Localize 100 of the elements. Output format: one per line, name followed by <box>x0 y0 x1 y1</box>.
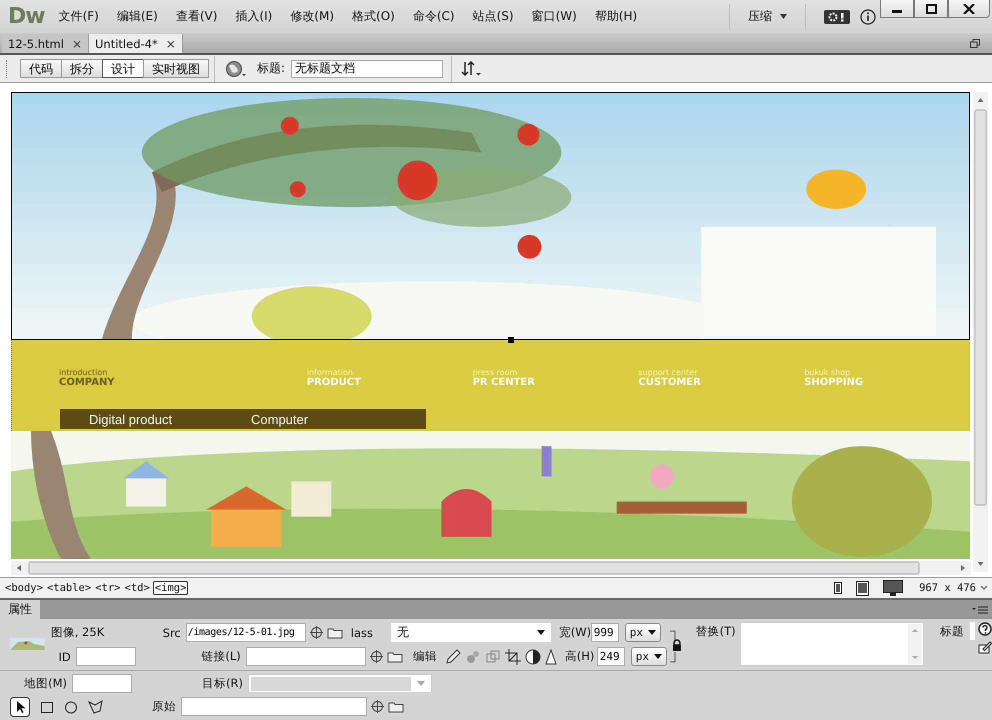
tablet-icon[interactable] <box>856 580 870 596</box>
submenu-link[interactable]: Digital product <box>89 412 211 426</box>
title-field[interactable]: 无标题文档 <box>291 60 444 78</box>
resize-handle[interactable] <box>508 337 514 343</box>
nav-subtitle: bukuk shop <box>804 368 852 377</box>
monitor-icon[interactable] <box>883 580 904 596</box>
width-field[interactable]: 999 <box>590 623 619 642</box>
close-tab-button[interactable]: × <box>72 36 82 50</box>
minimize-icon <box>892 10 902 13</box>
tab-label: Untitled-4* <box>95 36 158 50</box>
phone-icon[interactable] <box>834 582 842 594</box>
panel-tab[interactable]: 属性 <box>0 600 40 619</box>
nav-subtitle: support center <box>638 368 698 377</box>
crosshair-icon[interactable] <box>371 700 384 713</box>
title-field[interactable] <box>970 622 975 640</box>
pointer-tool-icon[interactable] <box>10 696 30 716</box>
menu-item[interactable]: 插入(I) <box>235 8 272 25</box>
menu-item[interactable]: 窗口(W) <box>532 8 577 25</box>
workspace-switcher[interactable]: 压缩 <box>740 8 795 25</box>
window-size[interactable]: 967 x 476 <box>919 582 976 594</box>
id-field[interactable] <box>76 647 136 666</box>
submenu-link[interactable]: Computer <box>251 412 373 426</box>
caret-icon <box>536 630 545 635</box>
folder-icon[interactable] <box>326 626 343 638</box>
unit-dropdown[interactable]: px <box>630 647 667 666</box>
maximize-button[interactable] <box>914 0 948 18</box>
minimize-button[interactable] <box>880 0 914 18</box>
menu-item[interactable]: 帮助(H) <box>594 8 638 25</box>
polygon-hotspot-icon[interactable] <box>88 700 104 714</box>
tag-selector-item[interactable]: <tr> <box>94 582 122 594</box>
alt-label: 替换(T) <box>696 624 737 639</box>
crosshair-icon[interactable] <box>310 626 323 639</box>
menu-item[interactable]: 编辑(E) <box>116 8 158 25</box>
tag-selector-item[interactable]: <table> <box>46 582 92 594</box>
title-label: 标题 <box>940 624 964 639</box>
close-icon <box>963 4 975 14</box>
brightness-icon[interactable] <box>524 648 541 664</box>
document-tab[interactable]: Untitled-4* × <box>89 34 183 53</box>
link-field[interactable] <box>246 647 366 666</box>
chevron-down-icon[interactable] <box>980 585 988 591</box>
caret-icon <box>648 630 656 635</box>
scrollbar[interactable] <box>973 92 988 572</box>
view-button[interactable]: 实时视图 <box>143 59 209 78</box>
menu-item[interactable]: 修改(M) <box>290 8 334 25</box>
scrollbar[interactable] <box>11 561 971 575</box>
map-field[interactable] <box>72 674 132 693</box>
sharpen-icon[interactable] <box>544 648 557 664</box>
document-tab[interactable]: 12-5.html × <box>2 34 90 53</box>
view-button[interactable]: 设计 <box>102 59 144 78</box>
image-info: 图像, 25K <box>50 625 106 640</box>
scrollbar[interactable] <box>908 624 922 664</box>
width-label: 宽(W) <box>558 625 591 640</box>
id-label: ID <box>58 650 72 664</box>
original-label: 原始 <box>151 699 177 714</box>
edit-icon[interactable] <box>978 640 992 654</box>
panel-menu-icon[interactable] <box>972 606 988 614</box>
caret-icon <box>417 681 425 686</box>
app-logo: Dw <box>8 4 45 29</box>
view-button[interactable]: 代码 <box>20 59 62 78</box>
original-field[interactable] <box>181 697 367 716</box>
map-label: 地图(M) <box>23 676 68 691</box>
height-label: 高(H) <box>564 649 596 664</box>
src-field[interactable]: /images/12-5-01.jpg <box>186 623 306 642</box>
nav-subtitle: press room <box>472 368 518 377</box>
circle-hotspot-icon[interactable] <box>64 700 78 714</box>
unit-dropdown[interactable]: px <box>624 623 661 642</box>
tag-selector-item[interactable]: <body> <box>4 582 44 594</box>
folder-icon[interactable] <box>386 650 403 662</box>
globe-icon[interactable] <box>225 60 247 78</box>
src-label: Src <box>162 626 182 640</box>
restore-icon[interactable] <box>970 39 980 48</box>
view-button[interactable]: 拆分 <box>61 59 103 78</box>
maximize-icon <box>926 4 936 14</box>
crop-icon[interactable] <box>504 648 521 664</box>
target-label: 目标(R) <box>201 676 244 691</box>
file-transfer-icon[interactable] <box>460 60 482 76</box>
crosshair-icon[interactable] <box>370 650 383 663</box>
help-icon[interactable] <box>978 622 992 636</box>
menu-item[interactable]: 文件(F) <box>58 8 99 25</box>
tag-selector-item[interactable]: <img> <box>152 581 188 595</box>
edit-label: 编辑 <box>412 649 438 664</box>
menu-item[interactable]: 格式(O) <box>352 8 395 25</box>
menu-item[interactable]: 查看(V) <box>176 8 218 25</box>
link-label: 链接(L) <box>200 649 242 664</box>
close-tab-button[interactable]: × <box>166 36 176 50</box>
pencil-icon[interactable] <box>444 648 461 664</box>
folder-icon[interactable] <box>388 700 404 712</box>
close-button[interactable] <box>948 0 990 18</box>
height-field[interactable]: 249 <box>596 647 625 666</box>
nav-subtitle: introduction <box>59 368 108 377</box>
menu-item[interactable]: 命令(C) <box>412 8 455 25</box>
menu-item[interactable]: 站点(S) <box>472 8 514 25</box>
class-label: lass <box>350 626 374 640</box>
title-label: 标题: <box>257 60 286 77</box>
nav-link[interactable]: COMPANY <box>59 377 307 389</box>
tag-selector-item[interactable]: <td> <box>124 582 151 594</box>
rectangle-hotspot-icon[interactable] <box>40 700 54 714</box>
settings-icon[interactable] <box>824 10 850 24</box>
info-icon[interactable] <box>860 8 876 24</box>
class-dropdown[interactable]: 无 <box>390 623 551 642</box>
